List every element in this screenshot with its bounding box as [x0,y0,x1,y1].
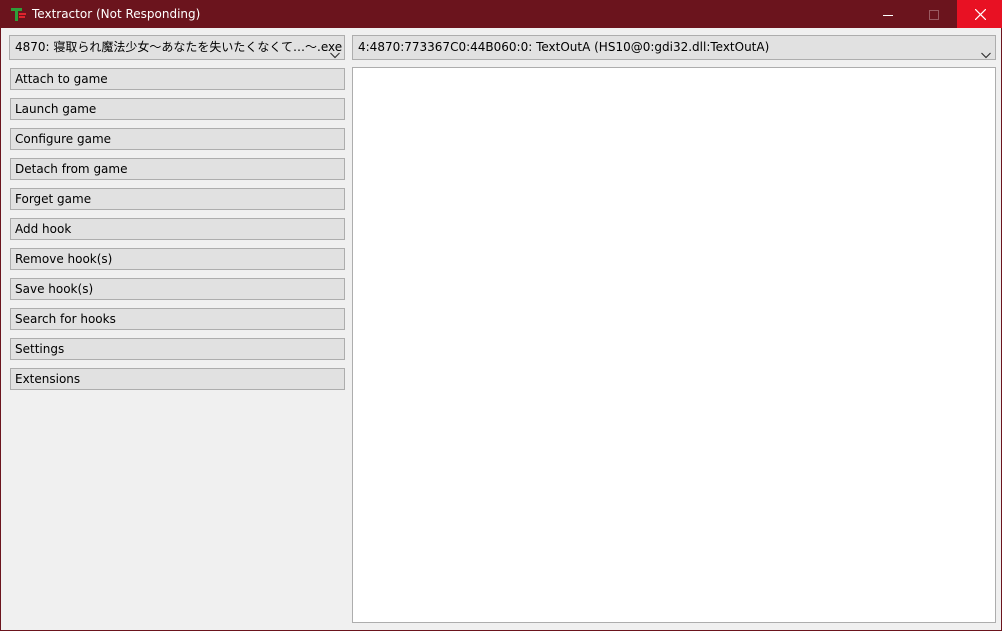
close-icon [974,5,986,24]
launch-game-button[interactable]: Launch game [10,98,345,120]
forget-game-button[interactable]: Forget game [10,188,345,210]
maximize-button[interactable] [911,0,957,28]
textractor-app-icon[interactable] [10,6,27,23]
attach-to-game-button[interactable]: Attach to game [10,68,345,90]
maximize-icon [929,5,939,24]
minimize-button[interactable] [865,0,911,28]
window-title: Textractor (Not Responding) [32,7,201,21]
chevron-down-icon [330,44,340,59]
minimize-icon [883,5,893,24]
title-bar[interactable]: Textractor (Not Responding) [1,0,1002,28]
close-button[interactable] [957,0,1002,28]
save-hooks-button[interactable]: Save hook(s) [10,278,345,300]
extensions-button[interactable]: Extensions [10,368,345,390]
search-for-hooks-button[interactable]: Search for hooks [10,308,345,330]
add-hook-button[interactable]: Add hook [10,218,345,240]
settings-button[interactable]: Settings [10,338,345,360]
remove-hooks-button[interactable]: Remove hook(s) [10,248,345,270]
process-select-value: 4870: 寝取られ魔法少女～あなたを失いたくなくて…～.exe [15,40,343,54]
textractor-window: Textractor (Not Responding) 4870: 寝取られ魔法… [0,0,1002,631]
detach-from-game-button[interactable]: Detach from game [10,158,345,180]
configure-game-button[interactable]: Configure game [10,128,345,150]
text-output-area[interactable] [352,67,996,623]
hook-select-value: 4:4870:773367C0:44B060:0: TextOutA (HS10… [358,40,770,54]
chevron-down-icon [981,44,991,59]
hook-select[interactable]: 4:4870:773367C0:44B060:0: TextOutA (HS10… [352,35,996,60]
process-select[interactable]: 4870: 寝取られ魔法少女～あなたを失いたくなくて…～.exe [9,35,345,60]
